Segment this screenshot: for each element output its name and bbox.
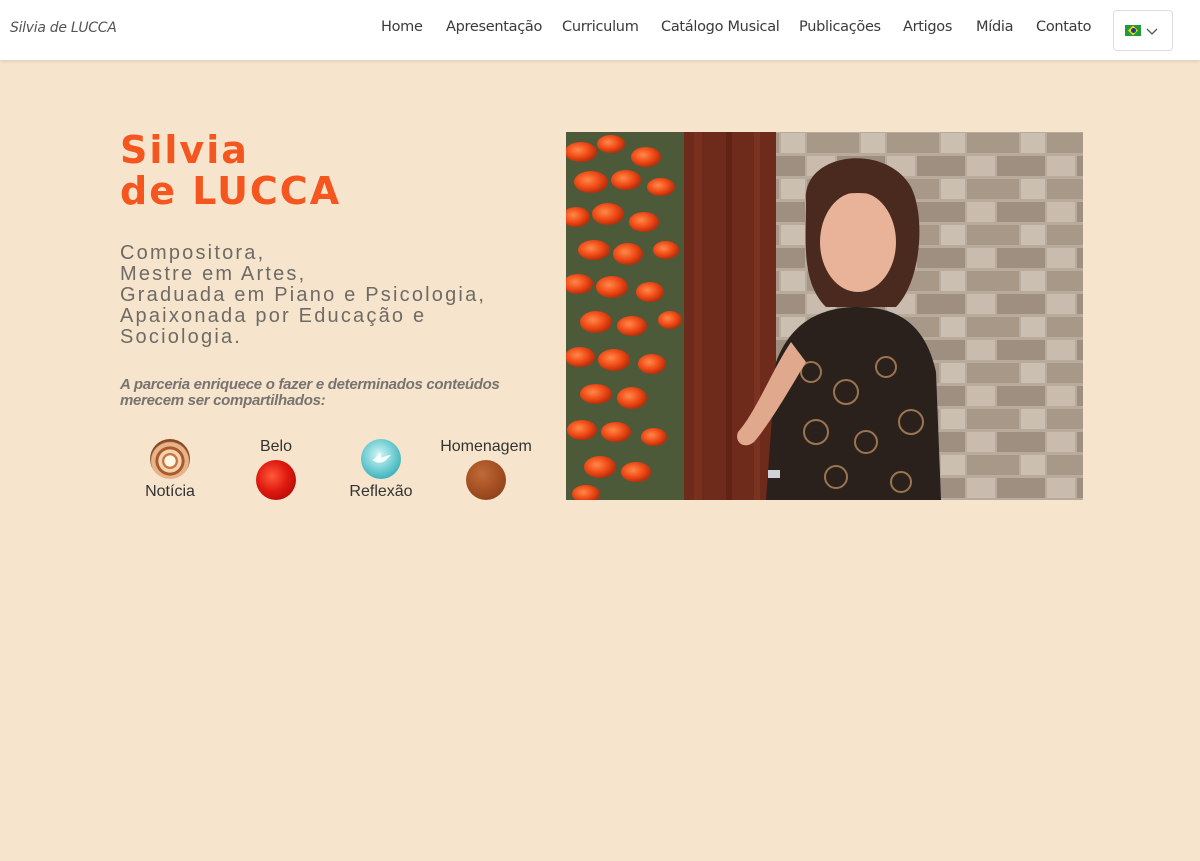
- title-line-2: de LUCCA: [120, 169, 342, 213]
- dove-icon[interactable]: [361, 439, 401, 479]
- subtitle-line: Compositora,: [120, 242, 266, 264]
- nav-home[interactable]: Home: [381, 19, 423, 35]
- nav-contato[interactable]: Contato: [1036, 19, 1092, 35]
- wood-grain-icon[interactable]: [466, 460, 506, 500]
- site-header: Silvia de LUCCA Home Apresentação Curric…: [0, 0, 1200, 60]
- nav-midia[interactable]: Mídia: [976, 19, 1013, 35]
- main-nav: Home Apresentação Curriculum Catálogo Mu…: [0, 19, 1100, 39]
- category-label-noticia[interactable]: Notícia: [145, 483, 195, 501]
- chevron-down-icon: [1146, 28, 1158, 35]
- language-selector[interactable]: [1113, 10, 1173, 51]
- subtitle-line: Apaixonada por Educação e: [120, 305, 427, 327]
- subtitle-line: Sociologia.: [120, 326, 243, 348]
- spiral-shell-icon[interactable]: [150, 439, 190, 479]
- page-title: Silvia de LUCCA: [120, 130, 341, 212]
- category-label-belo[interactable]: Belo: [260, 438, 292, 456]
- nav-publicacoes[interactable]: Publicações: [799, 19, 881, 35]
- nav-catalogo-musical[interactable]: Catálogo Musical: [661, 19, 780, 35]
- red-petal-icon[interactable]: [256, 460, 296, 500]
- nav-artigos[interactable]: Artigos: [903, 19, 952, 35]
- subtitle-line: Mestre em Artes,: [120, 263, 307, 285]
- nav-apresentacao[interactable]: Apresentação: [446, 19, 542, 35]
- subtitle-line: Graduada em Piano e Psicologia,: [120, 284, 487, 306]
- title-line-1: Silvia: [120, 128, 249, 172]
- hero-quote: A parceria enriquece o fazer e determina…: [120, 376, 500, 409]
- category-label-reflexao[interactable]: Reflexão: [349, 483, 412, 501]
- nav-curriculum[interactable]: Curriculum: [562, 19, 639, 35]
- category-label-homenagem[interactable]: Homenagem: [440, 438, 532, 456]
- brazil-flag-icon: [1125, 25, 1141, 36]
- hero-subtitle: Compositora, Mestre em Artes, Graduada e…: [120, 243, 550, 348]
- portrait-photo: [566, 132, 1083, 500]
